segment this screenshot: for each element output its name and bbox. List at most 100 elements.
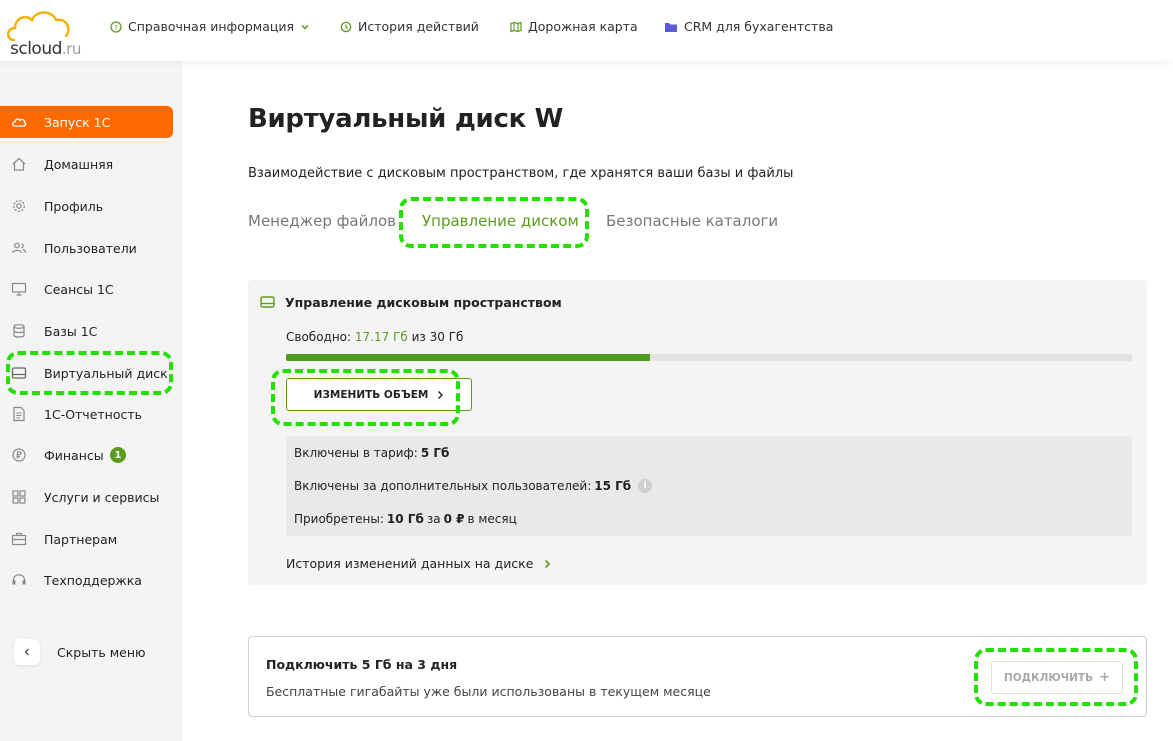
- promo-title: Подключить 5 Гб на 3 дня: [266, 657, 458, 672]
- chevron-right-icon: [438, 390, 444, 399]
- page-title: Виртуальный диск W: [248, 104, 564, 134]
- scloud-logo[interactable]: scloud.ru: [4, 6, 81, 59]
- free-of: из 30 Гб: [411, 330, 464, 344]
- sidebar-item-label: Техподдержка: [44, 572, 142, 588]
- sidebar-item-launch-1c[interactable]: Запуск 1С: [0, 106, 173, 138]
- top-header: scloud.ru ? Справочная информация Истори…: [0, 0, 1173, 61]
- briefcase-icon: [11, 532, 27, 546]
- nav-history[interactable]: История действий: [340, 19, 479, 34]
- free-space-line: Свободно: 17.17 Гб из 30 Гб: [286, 330, 463, 344]
- connect-button[interactable]: ПОДКЛЮЧИТЬ +: [991, 661, 1123, 694]
- sidebar-item-users[interactable]: Пользователи: [0, 232, 173, 264]
- nav-history-label: История действий: [358, 19, 479, 34]
- logo-name: scloud: [10, 39, 62, 59]
- info-purchased-label: Приобретены:: [294, 512, 384, 526]
- gear-icon: [13, 200, 25, 212]
- sidebar-item-support[interactable]: Техподдержка: [0, 564, 173, 596]
- sidebar-item-label: Профиль: [44, 198, 104, 214]
- chevron-left-icon: [24, 648, 29, 656]
- info-purchased-value: 10 Гб: [386, 512, 424, 526]
- tab-safe-folders[interactable]: Безопасные каталоги: [606, 212, 778, 230]
- monitor-icon: [11, 282, 27, 296]
- info-extra-users: Включены за дополнительных пользователей…: [294, 479, 653, 493]
- change-volume-label: ИЗМЕНИТЬ ОБЪЕМ: [313, 388, 429, 401]
- change-volume-button[interactable]: ИЗМЕНИТЬ ОБЪЕМ: [286, 378, 472, 411]
- sidebar-item-virtual-disk[interactable]: Виртуальный диск: [0, 357, 173, 389]
- disk-usage-bar: [286, 354, 1132, 361]
- nav-crm-label: CRM для бухагентства: [684, 19, 834, 34]
- logo-suffix: .ru: [61, 40, 81, 58]
- sidebar-item-label: Запуск 1С: [44, 114, 111, 130]
- history-link-label: История изменений данных на диске: [286, 556, 534, 571]
- ruble-icon: [12, 448, 26, 462]
- sidebar-item-sessions[interactable]: Сеансы 1С: [0, 273, 173, 305]
- sidebar-item-services[interactable]: Услуги и сервисы: [0, 481, 173, 513]
- history-clock-icon: [340, 21, 352, 32]
- info-extra-users-label: Включены за дополнительных пользователей…: [294, 479, 592, 493]
- headset-icon: [12, 574, 26, 585]
- sidebar-item-profile[interactable]: Профиль: [0, 190, 173, 222]
- info-purchased: Приобретены: 10 Гб за 0 ₽ в месяц: [294, 512, 517, 526]
- panel-title: Управление дисковым пространством: [285, 295, 562, 310]
- finance-badge: 1: [110, 447, 126, 463]
- promo-card: Подключить 5 Гб на 3 дня Бесплатные гига…: [248, 636, 1147, 717]
- plus-icon: +: [1099, 670, 1111, 685]
- folder-icon: [665, 22, 677, 32]
- free-value: 17.17 Гб: [354, 330, 408, 344]
- sidebar-item-home[interactable]: Домашняя: [0, 148, 173, 180]
- sidebar-item-partners[interactable]: Партнерам: [0, 523, 173, 555]
- map-icon: [510, 21, 522, 32]
- disk-usage-bar-fill: [286, 354, 650, 361]
- sidebar-item-label: Базы 1С: [44, 323, 98, 339]
- nav-crm[interactable]: CRM для бухагентства: [664, 19, 833, 34]
- nav-help-label: Справочная информация: [128, 19, 295, 34]
- sidebar-item-finance[interactable]: Финансы 1: [0, 439, 173, 471]
- sidebar-item-label: Виртуальный диск: [44, 365, 168, 381]
- svg-text:?: ?: [114, 24, 118, 32]
- sidebar: Запуск 1С Домашняя Профиль Пользователи …: [0, 61, 182, 741]
- sidebar-item-label: Сеансы 1С: [44, 281, 114, 297]
- document-icon: [13, 406, 25, 422]
- nav-help[interactable]: ? Справочная информация: [110, 19, 310, 34]
- info-purchased-for: за: [426, 512, 441, 526]
- hide-menu-label: Скрыть меню: [57, 644, 146, 660]
- hide-menu-button[interactable]: Скрыть меню: [14, 639, 146, 665]
- drive-icon: [260, 296, 275, 308]
- grid-icon: [12, 490, 26, 504]
- nav-roadmap-label: Дорожная карта: [528, 19, 638, 34]
- info-purchased-period: в месяц: [467, 512, 517, 526]
- home-icon: [12, 157, 26, 171]
- drive-icon: [11, 367, 27, 379]
- cloud-icon: [12, 118, 27, 127]
- page-subtitle: Взаимодействие с дисковым пространством,…: [248, 166, 794, 181]
- sidebar-item-label: Финансы: [44, 447, 104, 463]
- database-icon: [13, 324, 25, 338]
- free-label: Свободно:: [286, 330, 352, 344]
- sidebar-item-label: Домашняя: [44, 156, 114, 172]
- disk-info-box: Включены в тариф: 5 Гб Включены за дополн…: [286, 436, 1132, 536]
- sidebar-item-label: 1С-Отчетность: [44, 406, 143, 422]
- sidebar-item-label: Пользователи: [44, 240, 137, 256]
- info-purchased-price: 0 ₽: [443, 512, 465, 526]
- users-icon: [11, 242, 27, 254]
- chevron-right-icon: [545, 559, 551, 568]
- sidebar-item-label: Партнерам: [44, 531, 118, 547]
- sidebar-item-label: Услуги и сервисы: [44, 489, 160, 505]
- chevron-down-icon: [301, 24, 309, 30]
- nav-roadmap[interactable]: Дорожная карта: [510, 19, 638, 34]
- tab-file-manager[interactable]: Менеджер файлов: [248, 212, 396, 230]
- info-included-label: Включены в тариф:: [294, 446, 418, 460]
- tab-disk-management[interactable]: Управление диском: [422, 212, 579, 230]
- sidebar-item-reporting[interactable]: 1С-Отчетность: [0, 398, 173, 430]
- help-circle-icon: ?: [110, 20, 122, 33]
- info-extra-users-value: 15 Гб: [594, 479, 632, 493]
- info-icon[interactable]: i: [638, 479, 653, 493]
- connect-label: ПОДКЛЮЧИТЬ: [1003, 671, 1094, 684]
- info-included-value: 5 Гб: [420, 446, 450, 460]
- sidebar-item-databases[interactable]: Базы 1С: [0, 315, 173, 347]
- hide-menu-toggle[interactable]: [14, 639, 40, 665]
- promo-text: Бесплатные гигабайты уже были использова…: [266, 684, 711, 699]
- disk-management-panel: Управление дисковым пространством Свобод…: [248, 280, 1147, 585]
- disk-history-link[interactable]: История изменений данных на диске: [286, 556, 551, 571]
- info-included: Включены в тариф: 5 Гб: [294, 446, 452, 460]
